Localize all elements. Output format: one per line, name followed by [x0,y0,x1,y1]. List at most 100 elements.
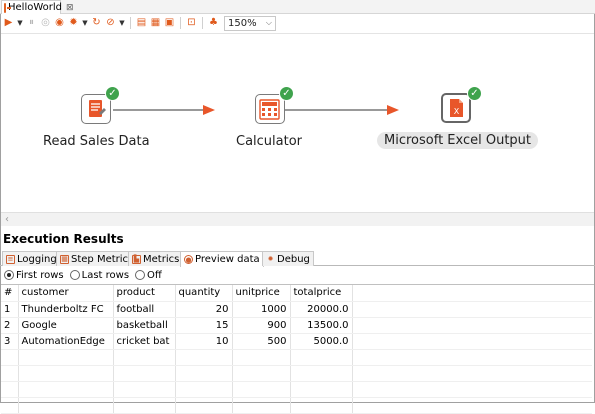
step-label: Read Sales Data [43,134,150,149]
impact-icon[interactable]: ▤ [136,18,147,29]
row-number: 2 [1,317,19,334]
transformation-icon [4,2,11,13]
cell-filler [352,333,592,350]
cell-customer: Google [18,317,114,334]
sql-icon[interactable]: ▦ [150,18,161,29]
stop-icon[interactable]: ◎ [40,18,51,29]
explore-db-icon[interactable]: ▣ [164,18,175,29]
tab-label: Logging [17,253,57,265]
column-header[interactable]: totalprice [290,285,353,302]
tab-label: Preview data [195,254,260,265]
cell-quantity: 10 [175,333,233,350]
radio-last-rows[interactable]: Last rows [69,270,129,281]
radio-circle[interactable] [135,270,146,280]
empty-row [1,397,592,414]
excel-file-icon: X [450,99,463,117]
step-label-selected: Microsoft Excel Output [377,132,539,149]
toolbar-divider [202,17,203,29]
table-header-row: # customer product quantity unitprice to… [1,285,592,302]
column-filler [352,285,592,302]
table-row[interactable]: 1 Thunderboltz FC football 20 1000 20000… [1,301,592,318]
bug-icon: ✹ [267,255,274,263]
cell-quantity: 15 [175,317,233,334]
empty-row [1,349,592,366]
tab-logging[interactable]: ≡ Logging [2,251,61,266]
transformation-canvas[interactable]: ✓ Read Sales Data ✓ Calculator X ✓ Micro… [1,33,594,228]
column-header[interactable]: customer [18,285,114,302]
tab-preview-data[interactable]: ● Preview data [180,251,264,267]
cell-customer: AutomationEdge [18,333,114,350]
check-icon: ✓ [467,86,482,101]
tab-label: Step Metrics [71,253,134,265]
canvas-horizontal-scrollbar[interactable]: ‹ [1,212,594,226]
tab-title: HelloWorld [8,2,63,13]
verify-icon[interactable]: ⊘ [105,18,116,29]
column-header[interactable]: quantity [175,285,233,302]
scroll-left-icon[interactable]: ‹ [5,214,9,225]
layout-icon[interactable]: ♣ [208,18,219,29]
check-icon: ✓ [105,86,120,101]
chevron-down-icon: ⌵ [265,18,272,27]
zoom-select[interactable]: 150% ⌵ [224,15,276,31]
toolbar: ▶ ▼ ⏸ ◎ ◉ ✹ ▼ ↻ ⊘ ▼ ▤ ▦ ▣ ⊡ ♣ 150% ⌵ [0,14,595,32]
radio-circle[interactable] [4,270,14,280]
hop-2[interactable] [285,109,389,111]
preview-data-table[interactable]: # customer product quantity unitprice to… [1,284,594,414]
zoom-value: 150% [228,17,257,29]
document-icon [89,100,106,117]
preview-mode-radios: First rows Last rows Off [4,268,164,282]
log-icon: ≡ [6,254,15,264]
radio-circle[interactable] [69,270,80,280]
grid-icon: ▦ [60,254,69,264]
cell-product: football [113,301,176,318]
radio-first-rows[interactable]: First rows [4,270,64,281]
tab-step-metrics[interactable]: ▦ Step Metrics [56,251,138,266]
radio-off[interactable]: Off [135,270,162,281]
cell-totalprice: 20000.0 [290,301,353,318]
table-row[interactable]: 3 AutomationEdge cricket bat 10 500 5000… [1,333,592,350]
empty-row [1,365,592,382]
tab-debug[interactable]: ✹ Debug [262,251,314,266]
cell-unitprice: 1000 [232,301,291,318]
results-tab-strip: ≡ Logging ▦ Step Metrics ▙ Metrics ● Pre… [0,249,595,267]
cell-totalprice: 5000.0 [290,333,353,350]
cell-unitprice: 500 [232,333,291,350]
verify-dropdown-icon[interactable]: ▼ [119,18,125,29]
cell-unitprice: 900 [232,317,291,334]
replay-icon[interactable]: ↻ [91,18,102,29]
execution-results-title: Execution Results [3,232,124,246]
hop-1[interactable] [113,109,205,111]
debug-dropdown-icon[interactable]: ▼ [82,18,88,29]
column-header[interactable]: product [113,285,176,302]
cell-filler [352,301,592,318]
step-label: Calculator [236,134,303,149]
row-number: 3 [1,333,19,350]
column-header[interactable]: unitprice [232,285,291,302]
close-icon[interactable]: ⊠ [66,3,74,13]
svg-text:X: X [454,107,460,116]
run-dropdown-icon[interactable]: ▼ [17,18,23,29]
preview-icon[interactable]: ◉ [54,18,65,29]
cell-totalprice: 13500.0 [290,317,353,334]
align-icon[interactable]: ⊡ [186,18,197,29]
radio-label: Off [147,269,162,281]
radio-label: First rows [16,269,64,281]
chart-icon: ▙ [132,254,141,264]
cell-customer: Thunderboltz FC [18,301,114,318]
debug-icon[interactable]: ✹ [68,18,79,29]
calculator-glyph-icon [259,99,280,120]
cell-product: basketball [113,317,176,334]
row-number: 1 [1,301,19,318]
tab-helloworld[interactable]: HelloWorld ⊠ [1,0,74,14]
run-icon[interactable]: ▶ [3,18,14,29]
tab-label: Metrics [143,253,180,265]
editor-tab-bar: HelloWorld ⊠ [0,0,595,14]
table-row[interactable]: 2 Google basketball 15 900 13500.0 [1,317,592,334]
tab-metrics[interactable]: ▙ Metrics [128,251,184,266]
toolbar-divider [180,17,181,29]
toolbar-divider [130,17,131,29]
cell-filler [352,317,592,334]
hop-arrow-icon [387,105,399,115]
pause-icon[interactable]: ⏸ [26,18,37,29]
column-header[interactable]: # [1,285,19,302]
